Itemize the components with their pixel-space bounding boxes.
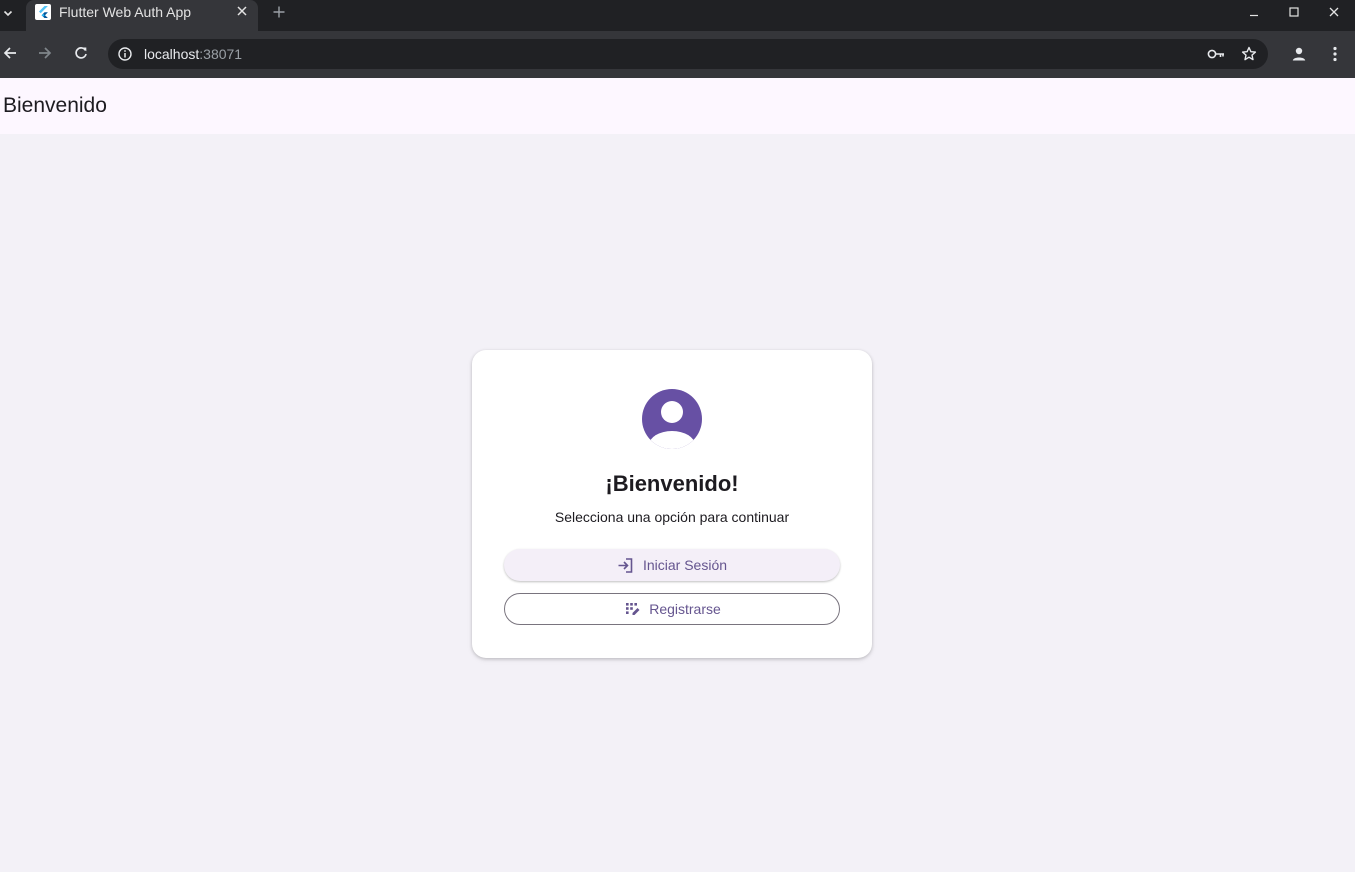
login-button-label: Iniciar Sesión <box>642 557 728 573</box>
maximize-icon[interactable] <box>1284 2 1304 22</box>
new-tab-plus-icon[interactable] <box>270 3 288 21</box>
welcome-subtitle: Selecciona una opción para continuar <box>554 509 790 525</box>
password-key-icon[interactable] <box>1207 45 1225 63</box>
forward-arrow-icon[interactable] <box>35 43 55 63</box>
app-viewport: Bienvenido ¡Bienvenido! Selecciona una o… <box>0 78 1355 872</box>
browser-tab-strip: Flutter Web Auth App <box>0 0 1355 31</box>
window-close-icon[interactable] <box>1324 2 1344 22</box>
tab-title: Flutter Web Auth App <box>59 4 192 20</box>
register-button-label: Registrarse <box>649 601 721 617</box>
profile-icon[interactable] <box>1289 44 1309 64</box>
reload-icon[interactable] <box>71 43 91 63</box>
browser-toolbar: localhost:38071 <box>0 31 1355 78</box>
register-button[interactable]: Registrarse <box>504 593 840 625</box>
login-button[interactable]: Iniciar Sesión <box>504 549 840 581</box>
login-icon <box>617 556 635 574</box>
site-info-icon[interactable] <box>117 46 133 62</box>
bookmark-star-icon[interactable] <box>1240 45 1258 63</box>
welcome-heading: ¡Bienvenido! <box>605 471 739 496</box>
address-bar[interactable]: localhost:38071 <box>108 39 1268 69</box>
welcome-card: ¡Bienvenido! Selecciona una opción para … <box>472 350 872 658</box>
browser-tab[interactable]: Flutter Web Auth App <box>26 0 258 31</box>
kebab-menu-icon[interactable] <box>1325 44 1345 64</box>
url-host: localhost <box>144 46 200 62</box>
app-bar: Bienvenido <box>0 78 1355 134</box>
flutter-logo-icon <box>35 4 51 20</box>
url-port: :38071 <box>199 46 243 62</box>
back-arrow-icon[interactable] <box>0 43 20 63</box>
tab-close-icon[interactable] <box>234 3 250 19</box>
app-registration-icon <box>623 600 641 618</box>
account-circle-icon <box>642 389 702 449</box>
minimize-icon[interactable] <box>1244 2 1264 22</box>
url-text[interactable]: localhost:38071 <box>144 44 242 64</box>
page-title: Bienvenido <box>3 94 107 117</box>
tab-search-chevron-icon[interactable] <box>0 2 16 24</box>
